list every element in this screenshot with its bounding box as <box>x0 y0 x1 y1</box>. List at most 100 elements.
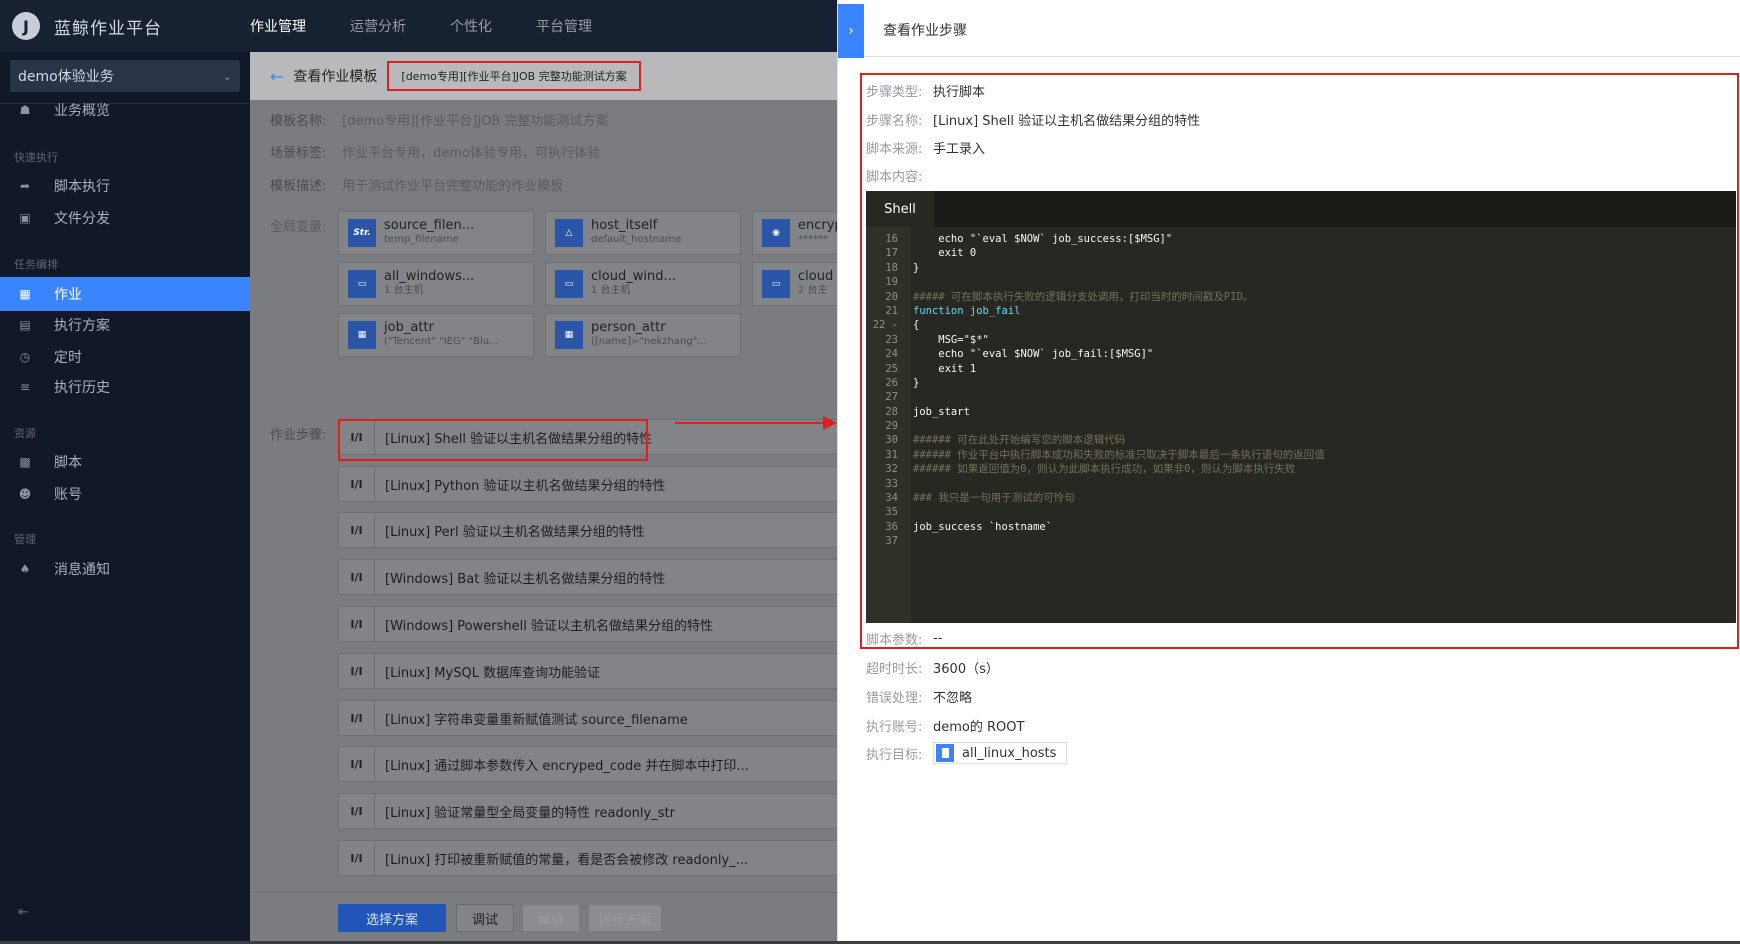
code-text: ### 我只是一句用于测试的可怜句 <box>913 492 1075 505</box>
code-line: 34 ### 我只是一句用于测试的可怜句 <box>866 491 1325 505</box>
variable-card[interactable]: ▭ all_windows... 1 台主机 <box>338 262 534 306</box>
script-source-label: 脚本来源: <box>866 142 923 157</box>
sidebar-item-history[interactable]: ≡ 执行历史 <box>0 370 250 404</box>
business-select[interactable]: demo体验业务 ⌄ <box>10 60 240 92</box>
page-title: 查看作业模板 <box>293 69 378 85</box>
code-line: 23 MSG="$*" <box>866 333 1325 347</box>
script-type-icon: I/I <box>339 794 375 828</box>
variable-card[interactable]: ▦ person_attr ([name]="nekzhang"... <box>545 313 741 357</box>
panel-divider <box>864 56 1740 57</box>
nav-operation-analysis[interactable]: 运营分析 <box>350 16 406 36</box>
user-icon: ☻ <box>18 487 32 501</box>
sidebar-item-file-distribute[interactable]: ▣ 文件分发 <box>0 201 250 235</box>
line-number: 23 <box>885 333 898 346</box>
collapse-sidebar-icon[interactable]: ⇤ <box>18 905 29 920</box>
code-editor[interactable]: Shell 16 echo "`eval $NOW` job_success:[… <box>866 191 1736 623</box>
code-line: 22 - { <box>866 318 1325 332</box>
nav-personalize[interactable]: 个性化 <box>450 16 492 36</box>
code-line: 28 job_start <box>866 405 1325 419</box>
select-plan-button[interactable]: 选择方案 <box>338 904 446 932</box>
host-variable-icon: △ <box>555 219 583 247</box>
step-item[interactable]: I/I [Linux] 字符串变量重新赋值测试 source_filename <box>338 700 837 736</box>
line-number: 37 <box>885 535 898 548</box>
nav-job-management[interactable]: 作业管理 <box>250 16 306 36</box>
variable-card[interactable]: Str. source_filen... temp_filename <box>338 211 534 255</box>
sidebar-item-label: 消息通知 <box>54 562 110 578</box>
step-item[interactable]: I/I [Linux] 打印被重新赋值的常量，看是否会被修改 readonly_.… <box>338 840 837 876</box>
variable-card[interactable]: ◉ encryp****** <box>752 211 837 255</box>
line-number: 34 <box>885 492 898 505</box>
step-item[interactable]: I/I [Linux] 通过脚本参数传入 encryped_code 并在脚本中打… <box>338 746 837 782</box>
line-number: 35 <box>885 506 898 519</box>
variable-card[interactable]: ▭ cloud_wind... 1 台主机 <box>545 262 741 306</box>
code-text: } <box>913 261 920 274</box>
lightning-icon: ➦ <box>19 179 31 193</box>
step-name: [Linux] 字符串变量重新赋值测试 source_filename <box>385 712 688 728</box>
app-title: 蓝鲸作业平台 <box>54 18 162 39</box>
line-number: 36 <box>885 520 898 533</box>
sidebar-item-notify[interactable]: ♠ 消息通知 <box>0 552 250 586</box>
sidebar-item-job[interactable]: ▦ 作业 <box>0 277 250 311</box>
step-item[interactable]: I/I [Windows] Bat 验证以主机名做结果分组的特性 <box>338 559 837 595</box>
sidebar-item-script[interactable]: ▩ 脚本 <box>0 445 250 479</box>
step-item[interactable]: I/I [Linux] 验证常量型全局变量的特性 readonly_str <box>338 793 837 829</box>
sidebar-item-overview[interactable]: ☗ 业务概览 <box>0 93 250 127</box>
line-number: 24 <box>885 348 898 361</box>
variable-card[interactable]: ▦ job_attr ("Tencent" "IEG" "Blu... <box>338 313 534 357</box>
tab-shell[interactable]: Shell <box>866 191 934 227</box>
step-name: [Linux] Perl 验证以主机名做结果分组的特性 <box>385 524 645 540</box>
nav-platform-management[interactable]: 平台管理 <box>536 16 592 36</box>
debug-button[interactable]: 调试 <box>456 904 514 932</box>
step-item[interactable]: I/I [Linux] MySQL 数据库查询功能验证 <box>338 653 837 689</box>
job-steps-label: 作业步骤: <box>270 428 327 443</box>
code-line: 30 ###### 可在此处开始编写您的脚本逻辑代码 <box>866 433 1325 447</box>
target-label: 执行目标: <box>866 747 923 763</box>
target-value: all_linux_hosts <box>962 745 1057 761</box>
target-tag[interactable]: all_linux_hosts <box>933 742 1068 764</box>
code-text: ##### 可在脚本执行失败的逻辑分支处调用，打印当时的时间戳及PID。 <box>913 290 1254 303</box>
line-number: 22 - <box>872 319 898 332</box>
edit-button[interactable]: 编辑 <box>522 904 580 932</box>
close-panel-button[interactable]: › <box>838 4 864 58</box>
back-arrow-icon[interactable]: ← <box>270 67 283 86</box>
host-list-icon <box>936 744 954 762</box>
script-params-row: 脚本参数: -- <box>866 629 942 648</box>
job-icon: ▦ <box>19 287 31 301</box>
script-source-row: 脚本来源: 手工录入 <box>866 138 985 157</box>
array-variable-icon: ▦ <box>348 321 376 349</box>
sidebar-group-resource: 资源 <box>14 427 36 440</box>
code-text: job_start <box>913 405 970 418</box>
variable-name: encryp <box>798 218 837 233</box>
code-line: 37 <box>866 534 1325 548</box>
string-variable-icon: Str. <box>348 219 376 247</box>
step-item[interactable]: I/I [Windows] Powershell 验证以主机名做结果分组的特性 <box>338 606 837 642</box>
sidebar-item-label: 业务概览 <box>54 103 110 119</box>
step-item[interactable]: I/I [Linux] Python 验证以主机名做结果分组的特性 <box>338 466 837 502</box>
line-number: 20 <box>885 290 898 303</box>
code-text: MSG="$*" <box>913 333 989 346</box>
step-name: [Linux] Python 验证以主机名做结果分组的特性 <box>385 478 666 494</box>
sidebar-item-account[interactable]: ☻ 账号 <box>0 477 250 511</box>
variable-value: 2 台主 <box>798 285 828 296</box>
variable-card[interactable]: ▭ cloud 2 台主 <box>752 262 837 306</box>
variable-card[interactable]: △ host_itself default_hostname <box>545 211 741 255</box>
variable-name: source_filen... <box>384 218 475 233</box>
step-item[interactable]: I/I [Linux] Perl 验证以主机名做结果分组的特性 <box>338 512 837 548</box>
sidebar-item-cron[interactable]: ◷ 定时 <box>0 340 250 374</box>
logo-icon: J <box>12 12 40 40</box>
variable-name: cloud_wind... <box>591 269 676 284</box>
annotation-arrow <box>675 416 837 430</box>
template-desc-row: 模板描述: 用于测试作业平台完整功能的作业模板 <box>270 175 563 194</box>
sync-plan-button[interactable]: 同步方案 <box>588 904 662 932</box>
sidebar-item-label: 作业 <box>54 287 82 303</box>
code-line: 25 exit 1 <box>866 362 1325 376</box>
step-name: [Windows] Powershell 验证以主机名做结果分组的特性 <box>385 618 713 634</box>
error-handling-value: 不忽略 <box>933 691 973 706</box>
sidebar-item-script-execute[interactable]: ➦ 脚本执行 <box>0 169 250 203</box>
script-params-label: 脚本参数: <box>866 633 923 648</box>
app-logo[interactable]: J 蓝鲸作业平台 <box>0 12 250 40</box>
sidebar-item-plan[interactable]: ▤ 执行方案 <box>0 308 250 342</box>
array-variable-icon: ▦ <box>555 321 583 349</box>
